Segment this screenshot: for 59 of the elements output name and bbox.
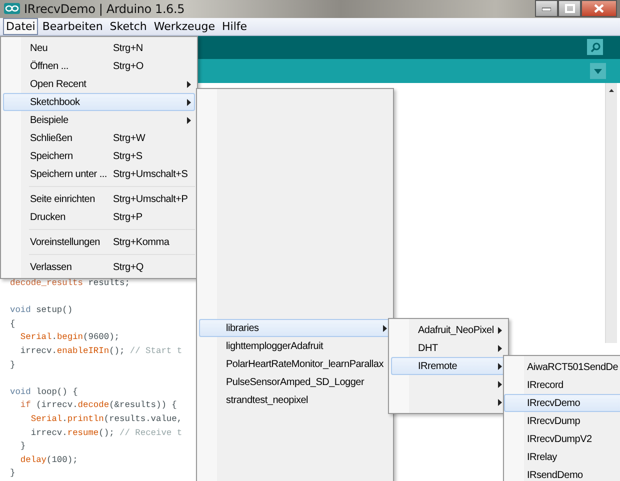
menu-item[interactable]: Öffnen ... Strg+O bbox=[3, 57, 195, 75]
window-title: IRrecvDemo | Arduino 1.6.5 bbox=[24, 2, 185, 16]
menu-bar-item[interactable]: Sketch bbox=[106, 18, 150, 35]
menu-item[interactable]: Neu Strg+N bbox=[3, 39, 195, 57]
scrollbar[interactable] bbox=[605, 83, 617, 344]
menu-item[interactable]: Sketchbook bbox=[3, 93, 195, 111]
menu-item[interactable]: IRsendDemo bbox=[504, 466, 620, 481]
search-button[interactable] bbox=[587, 39, 603, 56]
maximize-button[interactable] bbox=[558, 0, 581, 17]
code-line: irrecv.enableIRIn(); // Start t bbox=[19, 345, 182, 358]
code-line: void loop() { bbox=[10, 386, 78, 399]
menu-bar-item[interactable]: Bearbeiten bbox=[39, 18, 106, 35]
menu-item[interactable]: Schließen Strg+W bbox=[3, 129, 195, 147]
menu-item[interactable]: lighttemploggerAdafruit bbox=[199, 337, 391, 355]
code-line: Serial.println(results.value, bbox=[30, 413, 182, 426]
menu-item[interactable]: Speichern Strg+S bbox=[3, 147, 195, 165]
menu-item[interactable]: Verlassen Strg+Q bbox=[3, 258, 195, 276]
minimize-button[interactable] bbox=[535, 0, 558, 17]
minimize-icon bbox=[542, 6, 551, 10]
menu-item[interactable]: Drucken Strg+P bbox=[3, 208, 195, 226]
menu-item[interactable]: Seite einrichten Strg+Umschalt+P bbox=[3, 190, 195, 208]
menu-item[interactable]: PolarHeartRateMonitor_learnParallax bbox=[199, 355, 391, 373]
menu-item[interactable]: PulseSensorAmped_SD_Logger bbox=[199, 373, 391, 391]
infinity-logo-icon bbox=[4, 3, 20, 14]
menu-item[interactable]: IRrelay bbox=[504, 448, 620, 466]
code-line: } bbox=[10, 467, 16, 480]
menu-item[interactable]: Voreinstellungen Strg+Komma bbox=[3, 233, 195, 251]
code-line: decode_results results; bbox=[10, 277, 130, 290]
menu-item[interactable]: IRrecvDumpV2 bbox=[504, 430, 620, 448]
code-line: delay(100); bbox=[19, 454, 78, 467]
code-line: } bbox=[10, 358, 16, 372]
menu-item[interactable]: strandtest_neopixel bbox=[199, 391, 391, 409]
code-line: if (irrecv.decode(&results)) { bbox=[19, 399, 177, 412]
scroll-up-arrow-icon[interactable] bbox=[609, 89, 614, 92]
menu-item[interactable]: IRremote bbox=[391, 357, 506, 375]
search-icon bbox=[590, 42, 600, 53]
menu-bar-item[interactable]: Datei bbox=[3, 18, 38, 35]
code-line: void setup() bbox=[10, 304, 73, 318]
menu-item[interactable]: IRrecvDump bbox=[504, 412, 620, 430]
menu-item[interactable]: libraries bbox=[199, 319, 391, 337]
menu-item[interactable]: Beispiele bbox=[3, 111, 195, 129]
menu-item[interactable]: IRrecvDemo bbox=[504, 394, 620, 412]
maximize-icon bbox=[564, 4, 574, 13]
code-line: } bbox=[19, 440, 26, 454]
menu-bar-item[interactable]: Hilfe bbox=[219, 18, 250, 35]
dropdown-arrow-icon bbox=[594, 68, 602, 74]
close-button[interactable] bbox=[581, 0, 617, 17]
menu-bar-item[interactable]: Werkzeuge bbox=[150, 18, 218, 35]
code-line: Serial.begin(9600); bbox=[19, 331, 120, 344]
dropdown-button[interactable] bbox=[590, 63, 606, 79]
menu-item[interactable]: IRrecord bbox=[504, 376, 620, 394]
code-line: { bbox=[10, 318, 16, 331]
menu-item[interactable]: Speichern unter ... Strg+Umschalt+S bbox=[3, 165, 195, 183]
close-icon bbox=[594, 4, 604, 13]
menu-item[interactable]: Adafruit_NeoPixel bbox=[391, 321, 506, 339]
menu-item[interactable]: AiwaRCT501SendDe bbox=[504, 358, 620, 376]
menu-item[interactable]: Open Recent bbox=[3, 75, 195, 93]
code-line: irrecv.resume(); // Receive t bbox=[30, 426, 182, 440]
menu-item[interactable]: DHT bbox=[391, 339, 506, 357]
